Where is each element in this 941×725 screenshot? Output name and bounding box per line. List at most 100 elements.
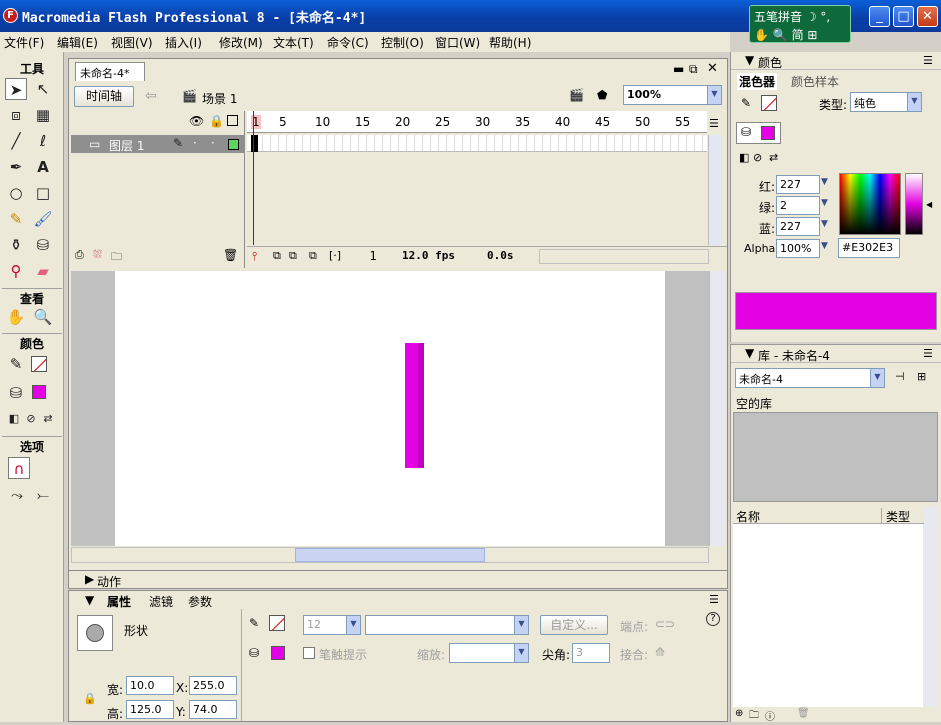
delete-icon[interactable]: 🗑 [797, 708, 810, 719]
tab-color-mixer[interactable]: 混色器 [737, 73, 778, 90]
props-fill-swatch[interactable] [271, 646, 285, 660]
fill-color-swatch[interactable] [32, 385, 46, 399]
edit-symbols-icon[interactable]: ⬟ [597, 88, 607, 102]
lasso-tool-icon[interactable]: ℓ [32, 130, 54, 152]
library-list[interactable] [733, 524, 923, 707]
black-white-icon[interactable]: ◧ [739, 151, 749, 164]
doc-minimize-icon[interactable]: ▬ [673, 62, 684, 76]
lock-icon[interactable]: 🔒 [209, 114, 224, 128]
onion-skin-icon[interactable]: ⧉ [273, 249, 281, 263]
stroke-style-select[interactable]: ▼ [365, 615, 529, 635]
menu-control[interactable]: 控制(O) [381, 34, 424, 51]
onion-markers-icon[interactable]: [·] [329, 249, 341, 262]
paint-bucket-tool-icon[interactable]: ⛁ [32, 234, 54, 256]
library-doc-select[interactable]: 未命名-4 ▼ [735, 368, 885, 388]
timeline-button[interactable]: 时间轴 [74, 86, 134, 107]
cap-icon[interactable]: ⊂⊃ [655, 617, 675, 631]
scale-select[interactable]: ▼ [449, 643, 529, 663]
snap-magnet-icon[interactable]: ∩ [8, 457, 30, 479]
layer-row[interactable]: ▭ 图层 1 ✎ · · [71, 135, 245, 153]
stroke-hint-checkbox[interactable] [303, 647, 315, 659]
add-guide-layer-icon[interactable]: ⛆ [93, 248, 102, 262]
join-icon[interactable]: ⟰ [655, 645, 665, 659]
selection-tool-icon[interactable]: ➤ [5, 78, 27, 100]
swap-colors-icon[interactable]: ⇄ [769, 151, 778, 164]
collapse-arrow-icon[interactable]: ▼ [745, 53, 754, 67]
lock-ratio-icon[interactable]: 🔒 [83, 692, 97, 705]
new-symbol-icon[interactable]: ⊕ [735, 708, 743, 719]
chevron-down-icon[interactable]: ▼ [821, 241, 828, 251]
red-field[interactable]: 227 [776, 175, 820, 194]
ime-mode-label[interactable]: 五笔拼音 [754, 10, 802, 24]
mixer-fill-swatch[interactable] [761, 126, 775, 140]
search-icon[interactable]: 🔍 [773, 28, 788, 42]
doc-restore-icon[interactable]: ⧉ [689, 62, 698, 77]
close-button[interactable]: ✕ [917, 6, 938, 27]
pencil-tool-icon[interactable]: ✎ [5, 208, 27, 230]
green-field[interactable]: 2 [776, 196, 820, 215]
timeline-menu-icon[interactable]: ☰ [709, 117, 719, 130]
stage-vscroll[interactable] [709, 271, 725, 546]
new-folder-icon[interactable]: 🗀 [749, 708, 759, 725]
menu-edit[interactable]: 编辑(E) [57, 34, 98, 51]
scene-label[interactable]: 场景 1 [202, 90, 237, 107]
fill-transform-tool-icon[interactable]: ▦ [32, 104, 54, 126]
menu-window[interactable]: 窗口(W) [435, 34, 480, 51]
straighten-icon[interactable]: ⤚ [32, 484, 54, 506]
free-transform-tool-icon[interactable]: ⧈ [5, 104, 27, 126]
zoom-tool-icon[interactable]: 🔍 [32, 306, 54, 328]
blue-field[interactable]: 227 [776, 217, 820, 236]
new-library-panel-icon[interactable]: ⊞ [917, 370, 926, 383]
height-field[interactable]: 125.0 [126, 700, 174, 719]
doc-close-icon[interactable]: ✕ [707, 61, 718, 76]
frame-ruler[interactable]: 1 5 10 15 20 25 30 35 40 45 50 55 [247, 111, 707, 133]
magenta-rectangle-shape[interactable] [405, 343, 424, 468]
panel-menu-icon[interactable]: ☰ [709, 593, 719, 606]
ime-simplified[interactable]: 简 ⊞ [792, 28, 818, 42]
pin-library-icon[interactable]: ⊣ [895, 370, 905, 383]
chevron-down-icon[interactable]: ▼ [821, 219, 828, 229]
menu-file[interactable]: 文件(F) [4, 34, 44, 51]
brightness-slider[interactable] [905, 173, 923, 235]
ink-bottle-tool-icon[interactable]: ⚱ [5, 234, 27, 256]
collapse-arrow-icon[interactable]: ▼ [85, 593, 94, 607]
hand-tool-icon[interactable]: ✋ [5, 306, 27, 328]
eye-icon[interactable]: 👁 [189, 114, 204, 128]
panel-menu-icon[interactable]: ☰ [923, 54, 933, 67]
miter-field[interactable]: 3 [572, 643, 610, 663]
zoom-select[interactable]: 100% ▼ [623, 85, 722, 105]
layer-outline-swatch[interactable] [228, 139, 239, 150]
brightness-pointer-icon[interactable]: ◀ [926, 200, 932, 209]
library-col-type[interactable]: 类型 [881, 508, 910, 525]
ime-toolbar[interactable]: 五笔拼音 ☽ °, ✋ 🔍 简 ⊞ [749, 5, 851, 43]
smooth-icon[interactable]: ⤳ [6, 484, 28, 506]
stage-hscroll-thumb[interactable] [295, 548, 485, 562]
line-tool-icon[interactable]: ╱ [5, 130, 27, 152]
insert-folder-icon[interactable]: 🗀 [111, 248, 122, 267]
stroke-color-icon[interactable]: ✎ [5, 353, 27, 375]
chevron-down-icon[interactable]: ▼ [821, 198, 828, 208]
eyedropper-tool-icon[interactable]: ⚲ [5, 260, 27, 282]
frame-row[interactable] [247, 135, 707, 152]
delete-layer-icon[interactable]: 🗑 [223, 248, 238, 262]
timeline-hscroll[interactable] [539, 249, 709, 264]
tab-color-swatches[interactable]: 颜色样本 [791, 73, 839, 90]
brush-tool-icon[interactable]: 🖌 [32, 208, 54, 230]
x-field[interactable]: 255.0 [189, 676, 237, 695]
menu-commands[interactable]: 命令(C) [327, 34, 369, 51]
pen-tool-icon[interactable]: ✒ [5, 156, 27, 178]
menu-help[interactable]: 帮助(H) [489, 34, 531, 51]
actions-panel-header[interactable]: ▶ 动作 [68, 570, 728, 589]
stroke-size-field[interactable]: 12 ▼ [303, 615, 361, 635]
eraser-tool-icon[interactable]: ▰ [32, 260, 54, 282]
swap-colors-icon[interactable]: ⇄ [37, 408, 59, 430]
menu-modify[interactable]: 修改(M) [219, 34, 263, 51]
hex-field[interactable]: #E302E3 [838, 238, 900, 258]
color-spectrum[interactable] [839, 173, 901, 235]
insert-layer-icon[interactable]: ⎙ [75, 248, 84, 262]
panel-menu-icon[interactable]: ☰ [923, 347, 933, 360]
library-vscroll[interactable] [924, 507, 938, 707]
onion-outline-icon[interactable]: ⧉ [289, 249, 297, 263]
help-icon[interactable]: ? [706, 612, 720, 626]
menu-insert[interactable]: 插入(I) [165, 34, 202, 51]
